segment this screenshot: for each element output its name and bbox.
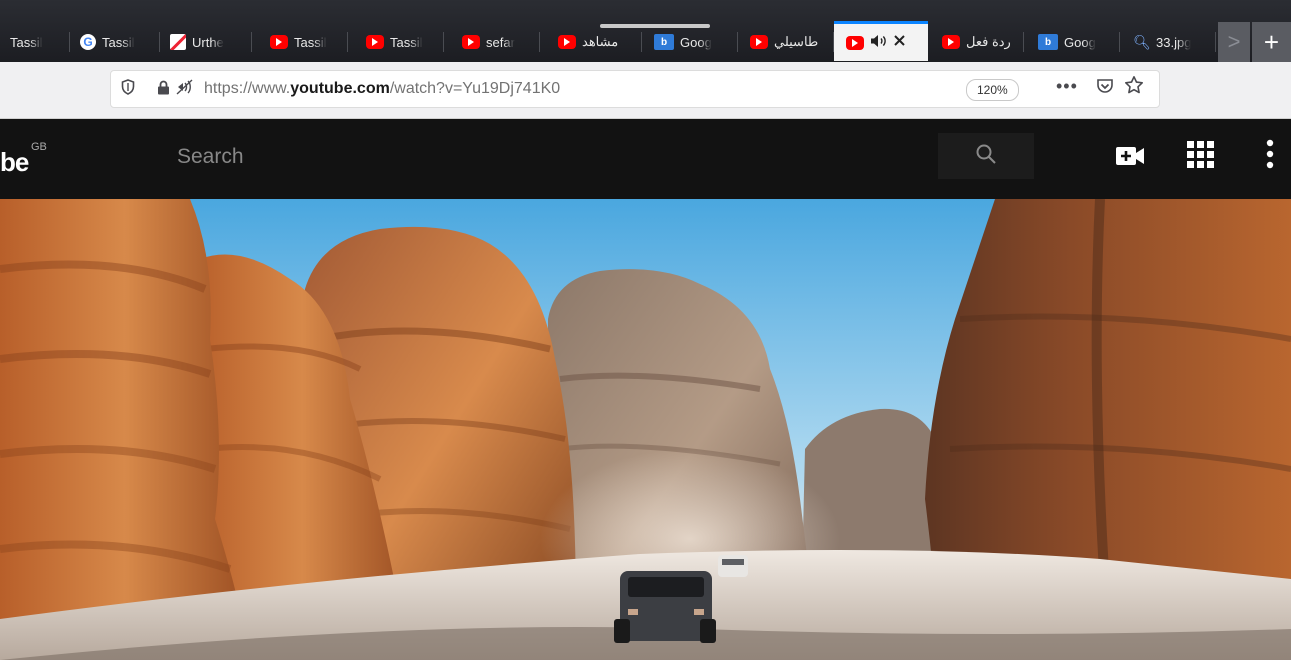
create-video-icon[interactable] [1116,146,1144,166]
pencil-favicon-icon [170,34,186,50]
google-favicon-icon: G [80,34,96,50]
tab-scroll-right-icon[interactable]: > [1218,22,1250,62]
video-player[interactable] [0,199,1291,660]
search-icon [975,143,997,170]
youtube-masthead: be GB Search [0,119,1291,199]
search-button[interactable] [938,133,1034,179]
browser-tab[interactable]: G Tassil [70,22,160,62]
browser-tab[interactable]: Tassil [252,22,348,62]
tab-label: ردة فعل [966,34,1011,49]
apps-grid-icon[interactable] [1187,141,1214,168]
close-tab-icon[interactable] [893,34,906,51]
browser-tab[interactable]: sefar [444,22,540,62]
url-path: /watch?v=Yu19Dj741K0 [389,80,561,97]
video-frame-desert-canyon-image [0,199,1291,660]
tab-label: 33.jpg [1156,34,1192,50]
region-code: GB [31,141,47,153]
tab-label: Tassil [10,34,43,50]
youtube-favicon-icon [270,35,288,49]
browser-tab[interactable]: b Goog [642,22,738,62]
navigation-toolbar: https://www.youtube.com/watch?v=Yu19Dj74… [0,62,1291,119]
browser-tab[interactable]: b Goog [1024,22,1120,62]
tab-label: Urthe [192,34,224,50]
bing-favicon-icon: b [654,34,674,50]
browser-tab-active[interactable] [834,21,928,61]
browser-tab[interactable]: Tassil [0,22,70,62]
padlock-icon[interactable] [157,80,170,99]
bookmark-star-icon[interactable] [1124,75,1144,101]
browser-tab[interactable]: 🔍︎ 33.jpg [1120,22,1216,62]
youtube-favicon-icon [846,35,864,50]
more-options-icon[interactable] [1266,139,1274,169]
youtube-logo[interactable]: be [0,147,29,178]
tab-label: Tassil [390,34,423,50]
browser-tab[interactable]: مشاهد [540,22,642,62]
tab-label: طاسيلي [774,34,819,49]
new-tab-button[interactable]: + [1252,22,1291,62]
tab-row: Tassil G Tassil Urthe Tassil Tassil sefa… [0,21,1291,62]
image-search-favicon-icon: 🔍︎ [1133,33,1151,50]
search-input[interactable]: Search [160,137,940,177]
autoplay-permission-icon[interactable] [176,79,194,99]
url-domain: youtube.com [290,80,390,97]
pocket-save-icon[interactable] [1096,77,1114,95]
tab-label: Tassil [294,34,327,50]
tab-label: Goog [1064,34,1096,50]
bing-favicon-icon: b [1038,34,1058,50]
browser-tab[interactable]: Tassil [348,22,444,62]
tab-label: Tassil [102,34,135,50]
youtube-favicon-icon [750,35,768,49]
browser-tab[interactable]: طاسيلي [738,22,834,62]
browser-tab-strip: Tassil G Tassil Urthe Tassil Tassil sefa… [0,0,1291,62]
search-placeholder: Search [177,145,244,168]
youtube-favicon-icon [366,35,384,49]
browser-tab[interactable]: Urthe [160,22,252,62]
speaker-playing-icon[interactable] [870,34,887,52]
tab-label: مشاهد [582,34,619,49]
youtube-favicon-icon [558,35,576,49]
tab-label: sefar [486,34,515,50]
tab-label: Goog [680,34,712,50]
zoom-level-badge[interactable]: 120% [966,79,1019,101]
youtube-favicon-icon [462,35,480,49]
youtube-favicon-icon [942,35,960,49]
url-prefix: https://www. [204,80,291,97]
tracking-shield-icon[interactable] [121,79,135,99]
url-text[interactable]: https://www.youtube.com/watch?v=Yu19Dj74… [204,80,560,98]
url-bar[interactable]: https://www.youtube.com/watch?v=Yu19Dj74… [110,70,1160,108]
browser-tab[interactable]: ردة فعل [928,22,1024,62]
page-actions-more-icon[interactable]: ••• [1056,76,1078,97]
